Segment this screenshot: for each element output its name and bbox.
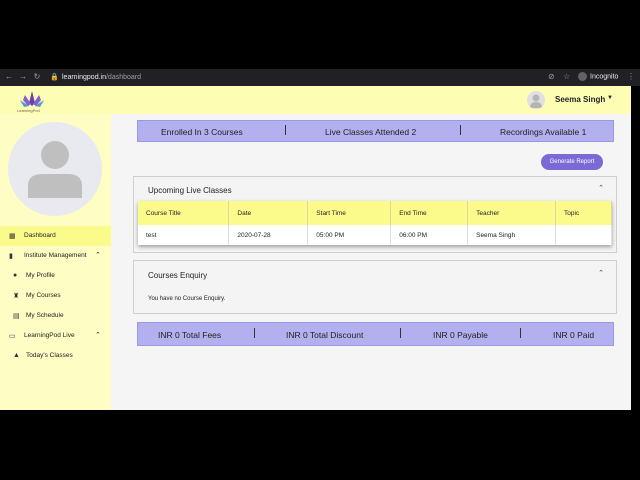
upcoming-classes-card: Upcoming Live Classes ⌃ Course Title Dat…	[133, 176, 617, 253]
sidebar-item-my-schedule[interactable]: ▤ My Schedule	[0, 306, 111, 326]
column-header[interactable]: Course Title	[138, 201, 230, 225]
table-cell: 05:00 PM	[307, 225, 392, 245]
table-cell: 2020-07-28	[228, 225, 309, 245]
forward-icon[interactable]: →	[18, 72, 28, 82]
total-fees: INR 0 Total Fees	[158, 330, 222, 340]
user-icon	[530, 94, 542, 108]
eye-off-icon[interactable]: ⊘	[548, 72, 555, 81]
incognito-icon	[578, 72, 587, 81]
payable: INR 0 Payable	[433, 330, 488, 340]
column-header[interactable]: Start Time	[307, 201, 392, 225]
total-discount: INR 0 Total Discount	[286, 330, 364, 340]
sidebar-item-label: Institute Management	[24, 252, 87, 259]
table-cell: 06:00 PM	[390, 225, 469, 245]
sidebar-item-todays-classes[interactable]: ▲ Today's Classes	[0, 346, 111, 366]
app: LearningPod Seema Singh ▼ ▦ Dashboard ▮ …	[0, 86, 631, 410]
sidebar-item-label: LearningPod Live	[24, 332, 75, 339]
chevron-up-icon: ⌃	[95, 332, 101, 339]
sidebar-item-dashboard[interactable]: ▦ Dashboard	[0, 226, 111, 246]
table-cell: Seema Singh	[467, 225, 557, 245]
divider	[460, 125, 461, 135]
enrolled-stat: Enrolled In 3 Courses	[161, 127, 243, 137]
account-circle-icon: ●	[13, 272, 18, 279]
back-icon[interactable]: ←	[4, 72, 14, 82]
url-host: learningpod.in	[62, 74, 106, 81]
calendar-icon: ▤	[13, 313, 20, 320]
column-header[interactable]: Topic	[555, 201, 612, 225]
book-icon: ▮	[9, 253, 13, 260]
divider	[254, 328, 255, 338]
trophy-icon: ♜	[13, 293, 20, 300]
sidebar: ▦ Dashboard ▮ Institute Management ⌃ ● M…	[0, 114, 111, 410]
column-header[interactable]: Teacher	[467, 201, 557, 225]
sidebar-item-label: Today's Classes	[26, 352, 73, 359]
sidebar-menu: ▦ Dashboard ▮ Institute Management ⌃ ● M…	[0, 226, 111, 366]
star-icon[interactable]: ☆	[563, 72, 570, 81]
url-path: /dashboard	[105, 74, 142, 81]
card-title: Courses Enquiry	[148, 271, 208, 280]
user-name: Seema Singh	[555, 95, 606, 104]
lock-icon: 🔒	[50, 74, 59, 81]
incognito-label: Incognito	[590, 73, 619, 81]
chevron-up-icon[interactable]: ⌃	[598, 184, 604, 192]
generate-report-button[interactable]: Generate Report	[541, 154, 603, 170]
caret-down-icon: ▼	[607, 95, 613, 101]
top-bar: LearningPod Seema Singh ▼	[0, 86, 631, 114]
table-cell	[555, 225, 612, 245]
school-icon: ▲	[13, 352, 20, 359]
reload-icon[interactable]: ↻	[32, 72, 42, 82]
sidebar-item-institute-management[interactable]: ▮ Institute Management ⌃	[0, 246, 111, 266]
chevron-up-icon: ⌃	[95, 252, 101, 259]
card-title: Upcoming Live Classes	[148, 186, 232, 195]
avatar	[527, 91, 545, 109]
sidebar-item-label: My Profile	[26, 272, 55, 279]
main-content: Enrolled In 3 Courses Live Classes Atten…	[111, 114, 631, 410]
logo[interactable]: LearningPod	[17, 89, 47, 113]
table-header-row: Course Title Date Start Time End Time Te…	[138, 201, 612, 225]
user-icon	[28, 141, 82, 198]
courses-enquiry-card: Courses Enquiry ⌃ You have no Course Enq…	[133, 260, 617, 314]
divider	[520, 328, 521, 338]
live-tv-icon: ▭	[9, 333, 16, 340]
divider	[285, 125, 286, 135]
browser-toolbar: ← → ↻ 🔒 learningpod.in/dashboard ⊘ ☆ Inco…	[0, 69, 640, 86]
chevron-up-icon[interactable]: ⌃	[598, 269, 604, 277]
sidebar-item-my-profile[interactable]: ● My Profile	[0, 266, 111, 286]
sidebar-item-my-courses[interactable]: ♜ My Courses	[0, 286, 111, 306]
table-row[interactable]: test 2020-07-28 05:00 PM 06:00 PM Seema …	[138, 225, 612, 245]
stats-bar: Enrolled In 3 Courses Live Classes Atten…	[137, 120, 614, 142]
logo-lotus-icon	[20, 91, 44, 107]
upcoming-classes-table: Course Title Date Start Time End Time Te…	[138, 201, 612, 245]
live-classes-stat: Live Classes Attended 2	[325, 127, 417, 137]
empty-message: You have no Course Enquiry.	[148, 296, 226, 302]
sidebar-item-label: My Courses	[26, 292, 61, 299]
sidebar-item-label: My Schedule	[26, 312, 64, 319]
column-header[interactable]: End Time	[390, 201, 469, 225]
paid: INR 0 Paid	[553, 330, 595, 340]
more-icon[interactable]: ⋮	[627, 72, 635, 81]
table-cell: test	[138, 225, 230, 245]
fees-bar: INR 0 Total Fees INR 0 Total Discount IN…	[137, 322, 614, 346]
divider	[400, 328, 401, 338]
incognito-indicator[interactable]: Incognito	[578, 72, 618, 81]
logo-text: LearningPod	[17, 108, 40, 113]
address-bar[interactable]: 🔒 learningpod.in/dashboard	[50, 72, 570, 83]
sidebar-item-learningpod-live[interactable]: ▭ LearningPod Live ⌃	[0, 326, 111, 346]
profile-avatar	[8, 122, 102, 216]
sidebar-item-label: Dashboard	[24, 232, 56, 239]
dashboard-icon: ▦	[9, 233, 16, 240]
column-header[interactable]: Date	[228, 201, 309, 225]
recordings-stat: Recordings Available 1	[500, 127, 587, 137]
